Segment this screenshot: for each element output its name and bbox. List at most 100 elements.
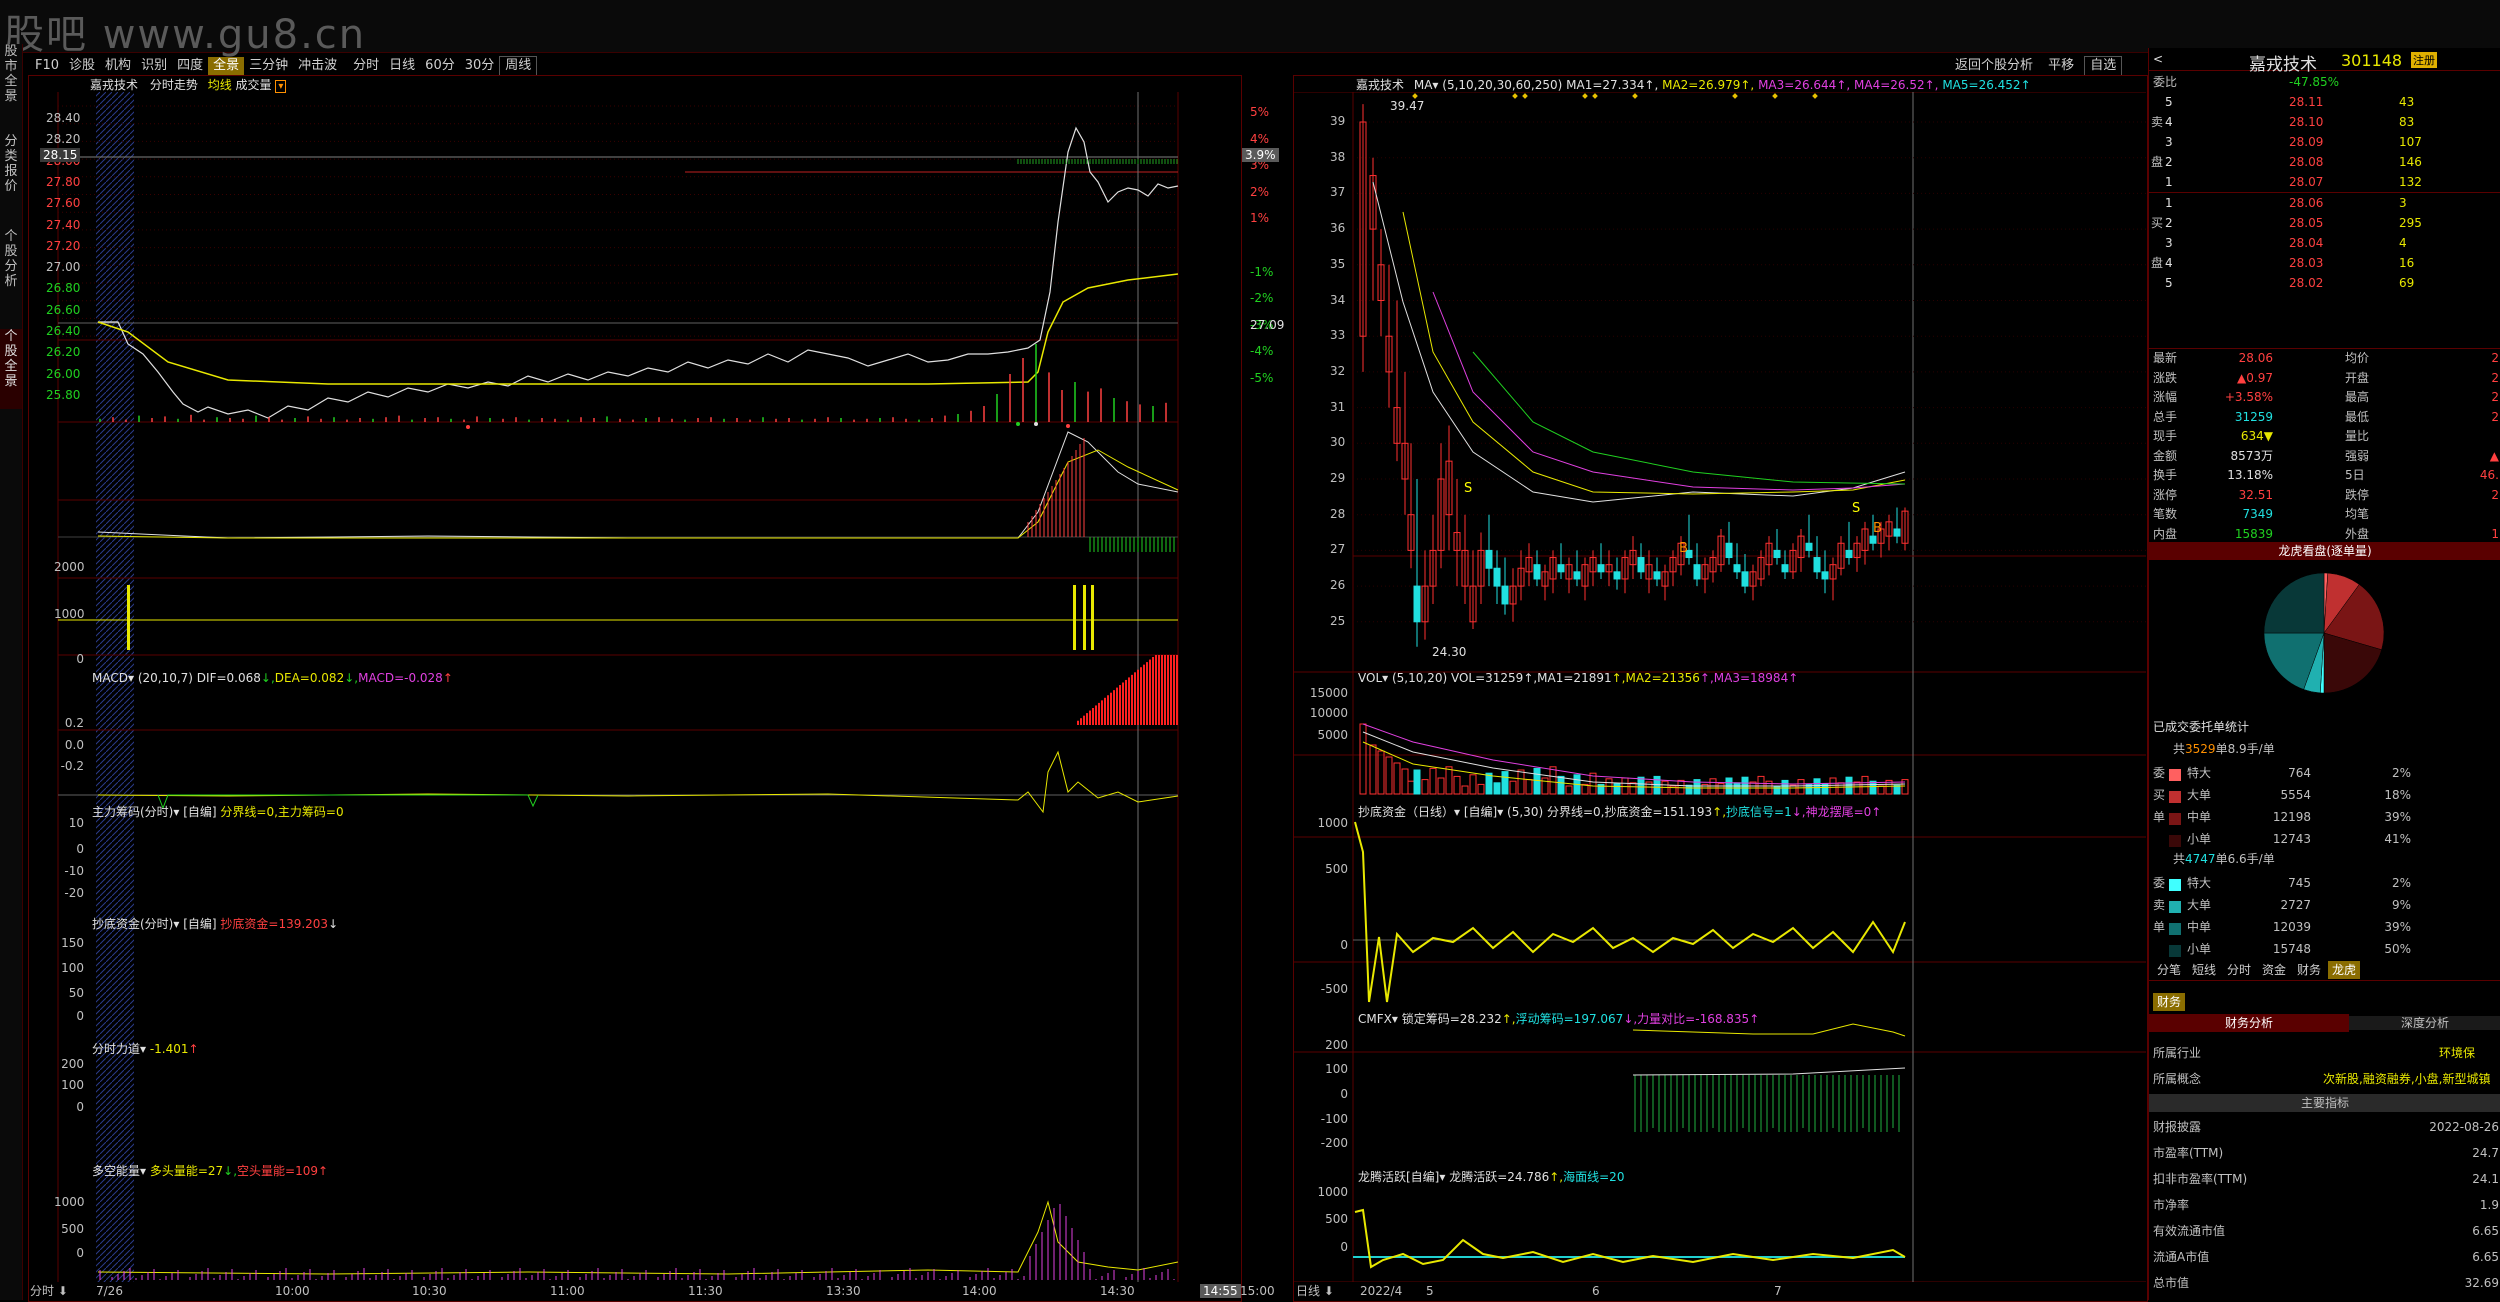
low-price-label: 24.30 xyxy=(1432,645,1467,659)
tab-stock-overview[interactable]: 个股全景 xyxy=(0,329,22,409)
nav-item-1[interactable]: 诊股 xyxy=(64,57,100,75)
ask-row: 盘 2 28.08 146 xyxy=(2151,155,2422,169)
ask-row: 3 28.09 107 xyxy=(2165,135,2422,149)
indicator-name[interactable]: 分时力道▾ xyxy=(92,1042,150,1056)
tab-market-overview[interactable]: 股市全景 xyxy=(0,44,22,114)
price-tick: 26.40 xyxy=(46,324,81,338)
daily-price-tick: 34 xyxy=(1330,292,1346,307)
tab-stock-analysis[interactable]: 个股分析 xyxy=(0,229,22,309)
daily-indicator-name[interactable]: VOL▾ xyxy=(1358,671,1392,685)
indicator-tick: 100 xyxy=(61,961,84,975)
finance-subtabs: 财务分析 深度分析 xyxy=(2149,1014,2500,1034)
indicator-name[interactable]: MACD▾ xyxy=(92,671,138,685)
daily-indicator-name[interactable]: 抄底资金（日线）▾ xyxy=(1358,805,1464,819)
deep-analysis-tab[interactable]: 深度分析 xyxy=(2349,1016,2500,1030)
back-to-analysis-button[interactable]: 返回个股分析 xyxy=(1950,57,2038,75)
quote-tab-3[interactable]: 资金 xyxy=(2258,961,2290,979)
daily-indicator-tick: -500 xyxy=(1320,982,1348,996)
nav-item-7[interactable]: 冲击波 xyxy=(293,57,342,75)
intraday-subtitle: 分时走势 xyxy=(149,78,198,92)
daily-price-tick: 35 xyxy=(1330,256,1346,271)
tab-category-quotes[interactable]: 分类报价 xyxy=(0,134,22,214)
stat-row: 笔数 7349 均笔 xyxy=(2153,507,2370,521)
daily-indicator-tick: 1000 xyxy=(1317,816,1348,830)
daily-price-tick: 32 xyxy=(1330,363,1346,378)
quote-tab-2[interactable]: 分时 xyxy=(2223,961,2255,979)
price-tick: 26.60 xyxy=(46,302,81,317)
ma-label[interactable]: MA xyxy=(1414,78,1433,92)
daily-price-tick: 29 xyxy=(1330,471,1346,485)
daily-indicator-tick: 100 xyxy=(1325,1062,1348,1076)
indicator-name[interactable]: 主力筹码(分时)▾ xyxy=(92,805,183,819)
daily-indicator-title-3: 龙腾活跃[自编]▾ 龙腾活跃=24.786↑,海面线=20 xyxy=(1358,1170,1625,1184)
daily-indicator-name[interactable]: 龙腾活跃[自编]▾ xyxy=(1358,1170,1449,1184)
nav-item-3[interactable]: 识别 xyxy=(136,57,172,75)
daily-indicator-name[interactable]: CMFX▾ xyxy=(1358,1012,1402,1026)
daily-price-tick: 30 xyxy=(1330,435,1346,450)
indicator-name[interactable]: 抄底资金(分时)▾ xyxy=(92,917,183,931)
daily-price-tick: 36 xyxy=(1330,221,1346,236)
quote-panel: < 嘉戎技术 301148 注册 委比 -47.85% 5 28.11 43 卖 4 28… xyxy=(2148,48,2500,1300)
nav-item-2[interactable]: 机构 xyxy=(100,57,136,75)
daily-indicator-title-1: 抄底资金（日线）▾ [自编]▾ (5,30) 分界线=0,抄底资金=151.19… xyxy=(1358,805,1882,819)
nav-item-12[interactable]: 周线 xyxy=(499,56,538,76)
time-tick: 10:30 xyxy=(412,1284,447,1298)
order-stat-title: 已成交委托单统计 xyxy=(2153,720,2250,734)
indicator-tick: 50 xyxy=(68,986,84,1000)
daily-indicator-tick: 1000 xyxy=(1317,1185,1348,1199)
svg-text:B: B xyxy=(1679,541,1688,556)
svg-text:B: B xyxy=(1873,521,1882,536)
pct-tick: -4% xyxy=(1250,344,1274,359)
nav-item-0[interactable]: F10 xyxy=(30,57,64,75)
back-arrow-icon[interactable]: < xyxy=(2153,52,2163,66)
price-tick: 27.40 xyxy=(46,217,81,232)
daily-price-tick: 31 xyxy=(1330,399,1346,414)
price-tick: 27.60 xyxy=(46,196,81,211)
order-row: 单中单 12198 39% xyxy=(2153,810,2411,825)
daily-price-tick: 25 xyxy=(1330,613,1346,628)
finance-tab-row: 财务 xyxy=(2149,992,2500,1012)
registration-badge: 注册 xyxy=(2411,52,2437,68)
daily-stock-name: 嘉戎技术 xyxy=(1356,78,1405,92)
indicator-tick: 0 xyxy=(76,1100,84,1114)
indicator-tick: -10 xyxy=(64,864,84,878)
quote-tab-0[interactable]: 分笔 xyxy=(2153,961,2185,979)
indicator-name[interactable]: 多空能量▾ xyxy=(92,1164,150,1178)
time-tick: 10:00 xyxy=(275,1284,310,1298)
current-price-tag: 28.15 xyxy=(40,148,81,162)
nav-item-5[interactable]: 全景 xyxy=(208,57,245,75)
industry-label: 所属行业 xyxy=(2153,1046,2202,1060)
indicator-tick: 0 xyxy=(76,1246,84,1260)
quote-tab-4[interactable]: 财务 xyxy=(2293,961,2325,979)
daily-period-select[interactable]: 日线 ⬇ xyxy=(1296,1284,1334,1298)
intraday-period-select[interactable]: 分时 ⬇ xyxy=(30,1284,68,1298)
quote-tab-1[interactable]: 短线 xyxy=(2188,961,2220,979)
nav-item-10[interactable]: 60分 xyxy=(420,57,460,75)
daily-indicator-tick: 200 xyxy=(1325,1038,1348,1052)
svg-text:S: S xyxy=(1464,481,1472,496)
quote-tab-5[interactable]: 龙虎 xyxy=(2328,961,2361,979)
pan-button[interactable]: 平移 xyxy=(2043,57,2079,75)
indicator-tick: 100 xyxy=(61,1078,84,1092)
nav-item-9[interactable]: 日线 xyxy=(384,57,420,75)
finance-tab[interactable]: 财务 xyxy=(2153,993,2186,1011)
watchlist-select[interactable]: 自选 xyxy=(2084,56,2123,76)
daily-price-tick: 33 xyxy=(1330,328,1346,343)
nav-item-11[interactable]: 30分 xyxy=(460,57,500,75)
concept-value: 次新股,融资融券,小盘,新型城镇 xyxy=(2323,1072,2491,1086)
nav-item-6[interactable]: 三分钟 xyxy=(244,57,293,75)
time-tick: 13:30 xyxy=(826,1284,861,1298)
price-tick: 28.20 xyxy=(46,132,81,147)
time-tick: 14:00 xyxy=(962,1284,997,1298)
daily-price-tick: 37 xyxy=(1330,185,1346,200)
watermark-logo: 股吧 www.gu8.cn xyxy=(4,12,367,58)
nav-item-4[interactable]: 四度 xyxy=(172,57,208,75)
ask-row: 1 28.07 132 xyxy=(2165,175,2422,189)
daily-indicator-tick: 0 xyxy=(1340,1087,1348,1101)
daily-price-tick: 26 xyxy=(1330,578,1346,593)
order-row: 委特大 764 2% xyxy=(2153,766,2411,781)
top-bar xyxy=(0,0,2500,53)
nav-item-8[interactable]: 分时 xyxy=(348,57,384,75)
ma1-value: MA1=27.334 xyxy=(1566,78,1645,92)
finance-analysis-tab[interactable]: 财务分析 xyxy=(2149,1014,2349,1032)
